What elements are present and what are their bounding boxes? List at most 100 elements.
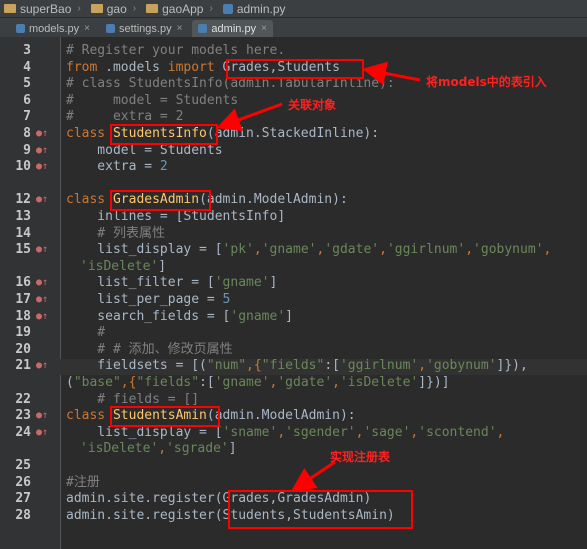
line-number: 21	[15, 358, 31, 374]
line-number-gutter: 3 4 5 6 7 8 ●↑ 9 ●↑ 10 ●↑ 12 ●↑ 13 14 15 ●↑ 16 ●↑ 17 ●↑ 18 ●↑ 1…	[0, 37, 61, 549]
code-token: ,	[332, 375, 340, 390]
override-gutter-icon[interactable]: ●↑	[36, 425, 48, 442]
tab-models-py[interactable]: models.py ×	[10, 20, 96, 37]
breadcrumb-item-superbao[interactable]: superBao ›	[4, 2, 81, 16]
code-token: # 列表属性	[66, 225, 165, 241]
code-token: ]	[285, 308, 293, 324]
code-token: class	[66, 192, 113, 208]
code-line-wrapped: ("base",{"fields":['gname','gdate','isDe…	[66, 375, 450, 392]
code-token: ,	[379, 242, 387, 258]
code-token: 'sgender'	[285, 424, 356, 440]
folder-icon	[4, 4, 16, 13]
tab-label: models.py	[29, 22, 80, 35]
line-number: 27	[15, 491, 31, 507]
code-line: # model = Students	[66, 93, 238, 110]
code-token: 'sage'	[363, 424, 411, 440]
line-number: 24	[15, 424, 31, 440]
code-token: inlines = [StudentsInfo]	[66, 209, 286, 224]
override-gutter-icon[interactable]: ●↑	[36, 143, 48, 160]
code-token: .models	[97, 59, 168, 75]
highlight-box-register	[228, 490, 413, 529]
annotation-register-tables: 实现注册表	[330, 450, 391, 464]
code-token: ,	[465, 242, 474, 258]
override-gutter-icon[interactable]: ●↑	[36, 275, 48, 292]
close-icon[interactable]: ×	[261, 23, 267, 34]
code-line: list_filter = ['gname']	[66, 275, 277, 292]
code-line: #	[66, 325, 105, 342]
tab-label: settings.py	[118, 22, 172, 35]
override-gutter-icon[interactable]: ●↑	[36, 242, 48, 259]
code-token: #	[66, 325, 106, 341]
code-token: list_display = [	[66, 242, 223, 258]
code-token: 5	[222, 292, 231, 307]
code-token: 'sname'	[222, 424, 278, 440]
override-gutter-icon[interactable]: ●↑	[36, 159, 48, 176]
code-token: # extra = 2	[66, 109, 184, 125]
line-number: 25	[15, 458, 31, 473]
line-number: 12	[15, 192, 31, 208]
code-line: fieldsets = [("num",{"fields":['ggirlnum…	[66, 358, 528, 375]
breadcrumb-item-gao[interactable]: gao ›	[90, 2, 137, 16]
code-token: (	[66, 375, 74, 390]
breadcrumb-label: admin.py	[236, 1, 286, 16]
code-token: (admin.ModelAdmin):	[199, 192, 348, 208]
code-token: 'gobynum'	[426, 358, 497, 374]
code-token: "base"	[73, 375, 121, 390]
code-token: fieldsets = [(	[66, 358, 207, 374]
code-line-wrapped: 'isDelete']	[80, 259, 166, 276]
code-editor[interactable]: # Register your models here. from .model…	[66, 37, 587, 549]
code-token: # fields = []	[66, 391, 200, 407]
code-token: list_display = [	[66, 424, 223, 440]
code-token: 'ggirlnum'	[386, 242, 466, 258]
line-number: 23	[15, 408, 31, 424]
line-number: 7	[23, 109, 31, 125]
python-file-icon	[222, 3, 233, 14]
code-token: 'isDelete'	[80, 258, 159, 274]
breadcrumb: superBao › gao › gaoApp › admin.py	[0, 0, 587, 18]
breadcrumb-item-gaoapp[interactable]: gaoApp ›	[146, 2, 213, 16]
code-token: 'gname'	[214, 375, 270, 390]
line-number: 5	[23, 76, 31, 92]
code-line: search_fields = ['gname']	[66, 309, 293, 326]
override-gutter-icon[interactable]: ●↑	[36, 309, 48, 326]
highlight-box-studentsinfo	[110, 124, 218, 145]
override-gutter-icon[interactable]: ●↑	[36, 126, 48, 143]
code-token: # Register your models here.	[66, 43, 286, 58]
folder-icon	[90, 4, 103, 13]
code-token: 'gdate'	[324, 242, 380, 258]
code-token: ,{	[120, 375, 137, 390]
code-token: "fields"	[136, 375, 200, 390]
line-number: 14	[15, 225, 31, 241]
code-token: list_filter = [	[66, 275, 215, 291]
code-token: 'isDelete'	[339, 375, 419, 390]
code-token: 'gname'	[230, 308, 286, 324]
code-line: inlines = [StudentsInfo]	[66, 209, 285, 226]
chevron-right-icon: ›	[209, 3, 213, 14]
line-number: 8	[23, 126, 31, 141]
override-gutter-icon[interactable]: ●↑	[36, 358, 48, 375]
code-line: list_display = ['pk','gname','gdate','gg…	[66, 242, 551, 259]
tab-settings-py[interactable]: settings.py ×	[100, 20, 188, 37]
override-gutter-icon[interactable]: ●↑	[36, 292, 48, 309]
tab-admin-py[interactable]: admin.py ×	[192, 20, 273, 37]
chevron-right-icon: ›	[77, 3, 81, 14]
code-token: "num"	[206, 358, 247, 374]
override-gutter-icon[interactable]: ●↑	[36, 408, 48, 425]
code-token: admin.site.register(	[66, 507, 223, 523]
line-number: 15	[15, 242, 31, 258]
code-token: 'isDelete'	[80, 441, 159, 457]
python-file-icon	[105, 24, 115, 33]
override-gutter-icon[interactable]: ●↑	[36, 192, 48, 209]
code-token: ,	[277, 424, 286, 440]
code-token: ]	[269, 275, 278, 291]
chevron-right-icon: ›	[132, 3, 137, 14]
line-number: 3	[23, 43, 31, 58]
code-line: # # 添加、修改页属性	[66, 342, 232, 359]
tab-label: admin.py	[211, 22, 257, 35]
line-number: 4	[23, 59, 31, 75]
close-icon[interactable]: ×	[84, 23, 90, 34]
close-icon[interactable]: ×	[177, 23, 183, 34]
highlight-box-import	[226, 59, 364, 79]
breadcrumb-label: gaoApp	[162, 1, 204, 16]
breadcrumb-item-admin-py[interactable]: admin.py	[222, 1, 286, 16]
